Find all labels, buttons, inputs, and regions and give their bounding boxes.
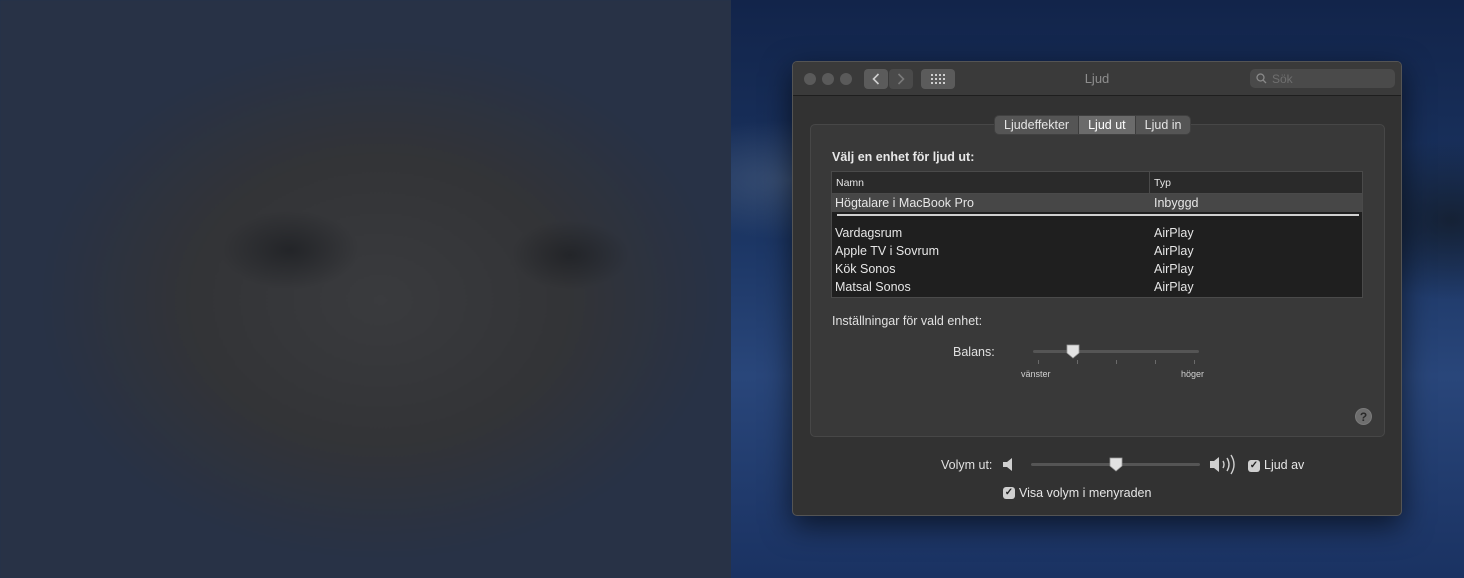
show-volume-menubar-checkbox[interactable]: ✓: [1003, 487, 1015, 499]
mute-checkbox[interactable]: ✓: [1248, 460, 1260, 472]
volume-slider-thumb[interactable]: [1109, 457, 1123, 472]
balance-tick: [1038, 360, 1039, 364]
volume-label: Volym ut:: [941, 458, 993, 472]
output-device-table[interactable]: Namn Typ Högtalare i MacBook Pro Inbyggd…: [831, 171, 1363, 298]
table-row[interactable]: Vardagsrum AirPlay: [832, 224, 1362, 242]
tab-sound-effects[interactable]: Ljudeffekter: [995, 116, 1080, 134]
table-separator: [837, 214, 1359, 216]
table-row[interactable]: Matsal Sonos AirPlay: [832, 278, 1362, 296]
output-section-title: Välj en enhet för ljud ut:: [832, 150, 975, 164]
title-bar[interactable]: Ljud: [793, 62, 1401, 96]
search-input[interactable]: [1270, 70, 1384, 87]
speaker-low-icon: [1003, 458, 1012, 471]
balance-slider-thumb[interactable]: [1066, 344, 1080, 359]
search-field[interactable]: [1250, 69, 1395, 88]
desktop-blurred-window: [0, 0, 731, 578]
show-volume-menubar-label: Visa volym i menyraden: [1019, 486, 1152, 500]
balance-tick: [1194, 360, 1195, 364]
device-type: Inbyggd: [1154, 196, 1199, 210]
search-icon: [1256, 73, 1267, 84]
device-settings-label: Inställningar för vald enhet:: [832, 314, 983, 328]
device-name: Högtalare i MacBook Pro: [835, 196, 974, 210]
tab-output[interactable]: Ljud ut: [1079, 116, 1136, 134]
mute-label: Ljud av: [1264, 458, 1305, 472]
device-type: AirPlay: [1154, 280, 1194, 294]
balance-tick: [1155, 360, 1156, 364]
speaker-high-icon: [1210, 454, 1235, 475]
device-type: AirPlay: [1154, 262, 1194, 276]
balance-slider-track[interactable]: [1033, 350, 1199, 353]
table-row[interactable]: Apple TV i Sovrum AirPlay: [832, 242, 1362, 260]
slider-knob-icon: [1066, 344, 1080, 359]
device-name: Kök Sonos: [835, 262, 896, 276]
device-name: Apple TV i Sovrum: [835, 244, 939, 258]
device-type: AirPlay: [1154, 226, 1194, 240]
column-header-name[interactable]: Namn: [836, 177, 864, 189]
table-header: Namn Typ: [832, 172, 1362, 194]
balance-tick: [1116, 360, 1117, 364]
tab-bar: Ljudeffekter Ljud ut Ljud in: [995, 116, 1191, 134]
column-divider: [1149, 172, 1150, 193]
balance-right-label: höger: [1181, 369, 1205, 379]
slider-knob-icon: [1109, 457, 1122, 472]
table-row[interactable]: Kök Sonos AirPlay: [832, 260, 1362, 278]
column-header-type[interactable]: Typ: [1154, 177, 1171, 189]
balance-label: Balans:: [953, 345, 995, 359]
balance-left-label: vänster: [1021, 369, 1051, 379]
sound-preferences-window: Ljud Ljudeffekter Ljud ut Ljud in Välj e…: [792, 61, 1402, 516]
device-type: AirPlay: [1154, 244, 1194, 258]
table-row[interactable]: Högtalare i MacBook Pro Inbyggd: [832, 194, 1362, 212]
balance-tick: [1077, 360, 1078, 364]
device-name: Vardagsrum: [835, 226, 903, 240]
tab-input[interactable]: Ljud in: [1136, 116, 1191, 134]
help-button[interactable]: ?: [1355, 408, 1372, 425]
device-name: Matsal Sonos: [835, 280, 911, 294]
